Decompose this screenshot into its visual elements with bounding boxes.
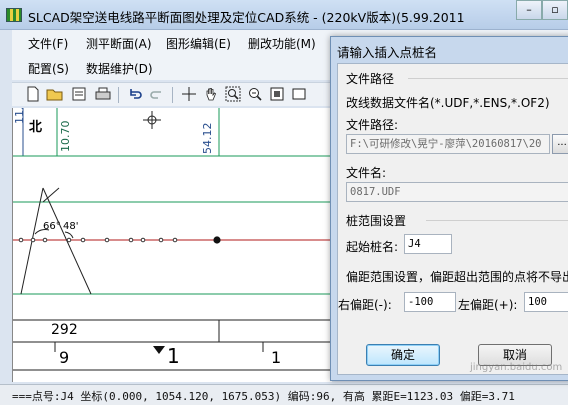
menu-delete-modify[interactable]: 删改功能(M) bbox=[248, 35, 316, 52]
status-text: ===点号:J4 坐标(0.000, 1054.120, 1675.053) 编… bbox=[12, 390, 515, 403]
ok-button[interactable]: 确定 bbox=[366, 344, 440, 366]
print-preview-icon[interactable] bbox=[70, 86, 88, 104]
start-stake-input[interactable]: J4 bbox=[404, 234, 452, 254]
new-file-icon[interactable] bbox=[24, 86, 42, 104]
tick-label-a: 11.71 bbox=[13, 108, 26, 124]
right-offset-label: 右偏距(-): bbox=[338, 298, 392, 312]
menu-graphic-edit[interactable]: 图形编辑(E) bbox=[166, 35, 231, 52]
app-icon bbox=[6, 8, 22, 22]
tick-label-c: 54.12 bbox=[201, 122, 214, 155]
dialog-title: 请输入插入点桩名 bbox=[337, 45, 438, 60]
dialog-body: 文件路径 改线数据文件名(*.UDF,*.ENS,*.OF2) 文件路径: F:… bbox=[337, 63, 568, 375]
north-label: 北 bbox=[29, 120, 43, 135]
left-offset-input[interactable]: 100 bbox=[524, 292, 568, 312]
restore-button[interactable]: ▫ bbox=[542, 0, 568, 20]
left-offset-label: 左偏距(+): bbox=[458, 298, 518, 312]
watermark-text: jingyan.baidu.com bbox=[470, 362, 563, 373]
station-label-a: 9 bbox=[59, 348, 70, 367]
insert-point-dialog: 请输入插入点桩名 文件路径 改线数据文件名(*.UDF,*.ENS,*.OF2)… bbox=[330, 36, 568, 381]
angle-label-b: 48' bbox=[63, 221, 79, 232]
zoom-all-icon[interactable] bbox=[290, 86, 308, 104]
open-folder-icon[interactable] bbox=[46, 86, 64, 104]
path-label: 文件路径: bbox=[346, 118, 399, 132]
menu-config[interactable]: 配置(S) bbox=[28, 60, 69, 77]
angle-label-a: 66° bbox=[43, 221, 61, 232]
right-offset-input[interactable]: -100 bbox=[404, 292, 456, 312]
filename-label: 文件名: bbox=[346, 166, 387, 180]
station-label-c: 1 bbox=[271, 348, 282, 367]
path-field[interactable]: F:\可研修改\晃宁-廖萍\20160817\20 bbox=[346, 134, 550, 154]
zoom-window-icon[interactable] bbox=[224, 86, 242, 104]
filename-field[interactable]: 0817.UDF bbox=[346, 182, 568, 202]
span-value: 292 bbox=[51, 322, 78, 338]
drawing-canvas[interactable]: 11.71 北 10.70 54.12 66° 48' 292 9 1 1 bbox=[12, 108, 332, 382]
browse-button[interactable]: ... bbox=[552, 134, 568, 154]
tick-label-b: 10.70 bbox=[59, 120, 72, 153]
group-range-label: 桩范围设置 bbox=[346, 214, 407, 228]
start-stake-label: 起始桩名: bbox=[346, 240, 399, 254]
menu-file[interactable]: 文件(F) bbox=[28, 35, 68, 52]
group-path-label: 文件路径 bbox=[346, 72, 395, 86]
minimize-button[interactable]: – bbox=[516, 0, 542, 20]
title-bar: SLCAD架空送电线路平断面图处理及定位CAD系统 - (220kV版本)(5.… bbox=[0, 0, 568, 30]
print-icon[interactable] bbox=[94, 86, 112, 104]
station-label-b: 1 bbox=[167, 344, 180, 368]
change-file-hint: 改线数据文件名(*.UDF,*.ENS,*.OF2) bbox=[346, 96, 550, 110]
menu-data-maintenance[interactable]: 数据维护(D) bbox=[86, 60, 153, 77]
window-title: SLCAD架空送电线路平断面图处理及定位CAD系统 - (220kV版本)(5.… bbox=[28, 10, 465, 25]
crosshair-icon[interactable] bbox=[180, 86, 198, 104]
zoom-extents-icon[interactable] bbox=[268, 86, 286, 104]
undo-icon[interactable] bbox=[126, 86, 144, 104]
zoom-out-icon[interactable] bbox=[246, 86, 264, 104]
window-controls: – ▫ bbox=[516, 0, 568, 20]
status-bar: ===点号:J4 坐标(0.000, 1054.120, 1675.053) 编… bbox=[0, 384, 568, 405]
pan-hand-icon[interactable] bbox=[202, 86, 220, 104]
menu-measure-profile[interactable]: 测平断面(A) bbox=[86, 35, 152, 52]
redo-icon[interactable] bbox=[148, 86, 166, 104]
offset-hint: 偏距范围设置，偏距超出范围的点将不导出 bbox=[346, 270, 568, 284]
